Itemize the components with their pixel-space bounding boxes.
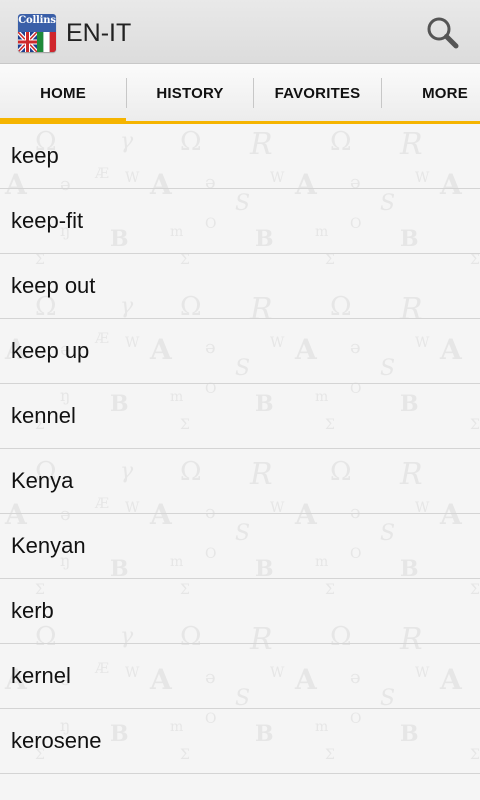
collins-logo[interactable]: Collins — [18, 14, 56, 52]
list-item-label: kerb — [11, 598, 54, 623]
tab-favorites[interactable]: FAVORITES — [254, 64, 381, 121]
app-title: EN-IT — [66, 19, 132, 47]
list-item[interactable]: Kenyan — [0, 514, 480, 579]
list-item[interactable]: kernel — [0, 644, 480, 709]
action-bar: Collins EN-IT — [0, 0, 480, 64]
uk-italy-flags-icon — [18, 32, 56, 52]
list-item[interactable]: keep — [0, 124, 480, 189]
tab-favorites-label: FAVORITES — [274, 85, 361, 102]
list-item-label: Kenya — [11, 468, 74, 493]
list-item[interactable]: keep up — [0, 319, 480, 384]
list-item[interactable]: keep-fit — [0, 189, 480, 254]
search-button[interactable] — [420, 10, 466, 56]
list-item[interactable]: kerosene — [0, 709, 480, 774]
tab-history-label: HISTORY — [156, 85, 224, 102]
logo-text: Collins — [18, 15, 56, 26]
list-item-label: kerosene — [11, 728, 102, 753]
app-root: Collins EN-IT HOME HISTORY FAVORITES MOR… — [0, 0, 480, 800]
tab-home[interactable]: HOME — [0, 64, 126, 124]
list-item-label: Kenyan — [11, 533, 86, 558]
word-list: Ω γ Ω R Ω R A ə Æ W A ə S W A ə S W A ŋ — [0, 124, 480, 800]
list-item[interactable]: kerb — [0, 579, 480, 644]
tab-bar: HOME HISTORY FAVORITES MORE — [0, 64, 480, 124]
tab-more-label: MORE — [422, 85, 468, 102]
tab-more[interactable]: MORE — [382, 64, 480, 121]
list-item-label: keep-fit — [11, 208, 84, 233]
list-item[interactable]: keep out — [0, 254, 480, 319]
list-item-label: keep — [11, 143, 59, 168]
tab-history[interactable]: HISTORY — [127, 64, 253, 121]
list-item-label: keep up — [11, 338, 90, 363]
list-item-label: kernel — [11, 663, 71, 688]
list-item-label: keep out — [11, 273, 96, 298]
search-icon — [427, 17, 459, 49]
list-item-label: kennel — [11, 403, 76, 428]
list-item[interactable]: Kenya — [0, 449, 480, 514]
tab-home-label: HOME — [40, 85, 86, 102]
list-item[interactable]: kennel — [0, 384, 480, 449]
